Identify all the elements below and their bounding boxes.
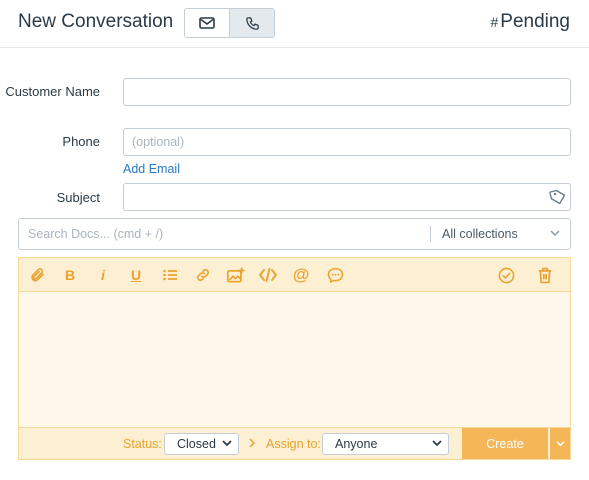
assign-value: Anyone: [335, 437, 378, 451]
saved-replies-button[interactable]: [324, 264, 346, 286]
ticket-status: # Pending: [490, 11, 570, 33]
underline-icon: U: [130, 267, 142, 283]
create-options-button[interactable]: [549, 428, 570, 459]
subject-input[interactable]: [123, 183, 571, 211]
docs-search-input[interactable]: [19, 219, 429, 249]
status-label: Status:: [123, 437, 162, 451]
phone-type-button[interactable]: [229, 9, 274, 37]
list-icon: [163, 269, 177, 281]
link-icon: [197, 269, 209, 281]
save-draft-button[interactable]: [495, 264, 517, 286]
chevron-down-icon: [556, 440, 564, 446]
divider: [430, 226, 431, 242]
assign-label: Assign to:: [266, 437, 321, 451]
conversation-type-toggle: [184, 8, 275, 38]
discard-button[interactable]: [534, 264, 556, 286]
message-body[interactable]: [19, 292, 570, 427]
email-type-button[interactable]: [185, 9, 229, 37]
chevron-down-icon: [222, 440, 232, 447]
status-select[interactable]: Closed: [164, 433, 239, 455]
link-button[interactable]: [192, 264, 214, 286]
image-add-icon: [226, 267, 244, 283]
docs-search-bar: All collections: [18, 218, 571, 250]
phone-label: Phone: [62, 134, 100, 149]
mention-button[interactable]: @: [290, 264, 312, 286]
message-editor: B i U @ Status: Closed Assign to: Anyone…: [18, 257, 571, 460]
customer-name-label: Customer Name: [5, 84, 100, 99]
code-icon: [259, 268, 277, 282]
chevron-right-icon: [249, 438, 255, 448]
italic-icon: i: [101, 267, 105, 283]
saved-reply-icon: [327, 267, 343, 283]
phone-icon: [245, 16, 259, 30]
check-circle-icon: [498, 267, 514, 283]
bold-button[interactable]: B: [59, 264, 81, 286]
editor-toolbar: B i U @: [19, 258, 570, 292]
bold-icon: B: [64, 267, 76, 283]
create-button[interactable]: Create: [462, 428, 548, 459]
list-button[interactable]: [159, 264, 181, 286]
page-title: New Conversation: [18, 11, 174, 32]
assign-select[interactable]: Anyone: [322, 433, 449, 455]
editor-footer: Status: Closed Assign to: Anyone Create: [19, 427, 570, 459]
chevron-down-icon: [432, 440, 442, 447]
phone-input[interactable]: [123, 128, 571, 156]
attachment-button[interactable]: [26, 264, 48, 286]
header: New Conversation # Pending: [0, 0, 589, 48]
add-email-link[interactable]: Add Email: [123, 162, 180, 176]
mention-icon: @: [292, 265, 310, 284]
tag-icon[interactable]: [549, 188, 567, 206]
trash-icon: [538, 267, 552, 283]
collections-dropdown[interactable]: All collections: [442, 219, 570, 249]
italic-button[interactable]: i: [92, 264, 114, 286]
collections-label: All collections: [442, 227, 518, 241]
underline-button[interactable]: U: [125, 264, 147, 286]
ticket-status-text: Pending: [500, 11, 570, 32]
envelope-icon: [199, 17, 215, 29]
insert-image-button[interactable]: [224, 264, 246, 286]
attachment-icon: [31, 268, 44, 282]
hash-symbol: #: [490, 14, 499, 30]
status-value: Closed: [177, 437, 216, 451]
code-button[interactable]: [257, 264, 279, 286]
subject-label: Subject: [56, 190, 100, 205]
customer-name-input[interactable]: [123, 78, 571, 106]
chevron-down-icon: [550, 230, 560, 236]
